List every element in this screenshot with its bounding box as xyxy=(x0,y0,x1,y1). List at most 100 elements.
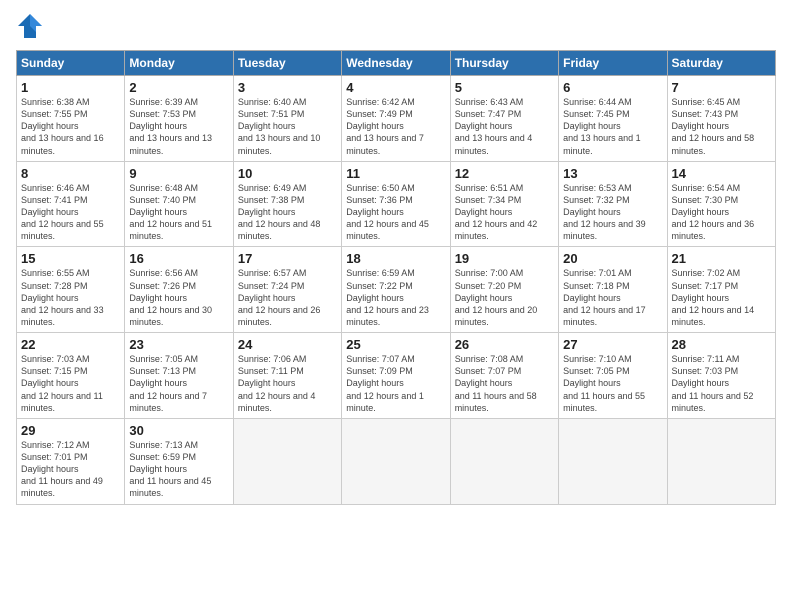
day-info: Sunrise: 6:39 AMSunset: 7:53 PMDaylight … xyxy=(129,96,228,157)
day-number: 15 xyxy=(21,251,120,266)
day-info: Sunrise: 7:11 AMSunset: 7:03 PMDaylight … xyxy=(672,353,771,414)
table-row: 20Sunrise: 7:01 AMSunset: 7:18 PMDayligh… xyxy=(559,247,667,333)
day-info: Sunrise: 7:12 AMSunset: 7:01 PMDaylight … xyxy=(21,439,120,500)
table-row: 22Sunrise: 7:03 AMSunset: 7:15 PMDayligh… xyxy=(17,333,125,419)
day-number: 5 xyxy=(455,80,554,95)
day-number: 24 xyxy=(238,337,337,352)
table-row: 9Sunrise: 6:48 AMSunset: 7:40 PMDaylight… xyxy=(125,161,233,247)
day-number: 9 xyxy=(129,166,228,181)
table-row: 18Sunrise: 6:59 AMSunset: 7:22 PMDayligh… xyxy=(342,247,450,333)
table-row xyxy=(233,418,341,504)
day-number: 21 xyxy=(672,251,771,266)
day-number: 6 xyxy=(563,80,662,95)
day-info: Sunrise: 6:55 AMSunset: 7:28 PMDaylight … xyxy=(21,267,120,328)
day-number: 17 xyxy=(238,251,337,266)
table-row: 26Sunrise: 7:08 AMSunset: 7:07 PMDayligh… xyxy=(450,333,558,419)
day-number: 23 xyxy=(129,337,228,352)
day-info: Sunrise: 6:43 AMSunset: 7:47 PMDaylight … xyxy=(455,96,554,157)
day-info: Sunrise: 7:05 AMSunset: 7:13 PMDaylight … xyxy=(129,353,228,414)
table-row: 15Sunrise: 6:55 AMSunset: 7:28 PMDayligh… xyxy=(17,247,125,333)
day-info: Sunrise: 7:02 AMSunset: 7:17 PMDaylight … xyxy=(672,267,771,328)
table-row: 30Sunrise: 7:13 AMSunset: 6:59 PMDayligh… xyxy=(125,418,233,504)
day-number: 26 xyxy=(455,337,554,352)
day-info: Sunrise: 6:45 AMSunset: 7:43 PMDaylight … xyxy=(672,96,771,157)
calendar-week-row: 15Sunrise: 6:55 AMSunset: 7:28 PMDayligh… xyxy=(17,247,776,333)
table-row: 5Sunrise: 6:43 AMSunset: 7:47 PMDaylight… xyxy=(450,76,558,162)
table-row: 10Sunrise: 6:49 AMSunset: 7:38 PMDayligh… xyxy=(233,161,341,247)
day-number: 27 xyxy=(563,337,662,352)
day-number: 29 xyxy=(21,423,120,438)
logo-area xyxy=(16,16,46,40)
table-row: 16Sunrise: 6:56 AMSunset: 7:26 PMDayligh… xyxy=(125,247,233,333)
day-info: Sunrise: 7:10 AMSunset: 7:05 PMDaylight … xyxy=(563,353,662,414)
day-info: Sunrise: 7:03 AMSunset: 7:15 PMDaylight … xyxy=(21,353,120,414)
day-info: Sunrise: 6:44 AMSunset: 7:45 PMDaylight … xyxy=(563,96,662,157)
day-info: Sunrise: 7:00 AMSunset: 7:20 PMDaylight … xyxy=(455,267,554,328)
day-number: 8 xyxy=(21,166,120,181)
day-number: 11 xyxy=(346,166,445,181)
header xyxy=(16,16,776,40)
table-row: 29Sunrise: 7:12 AMSunset: 7:01 PMDayligh… xyxy=(17,418,125,504)
calendar-week-row: 29Sunrise: 7:12 AMSunset: 7:01 PMDayligh… xyxy=(17,418,776,504)
day-info: Sunrise: 7:13 AMSunset: 6:59 PMDaylight … xyxy=(129,439,228,500)
day-number: 14 xyxy=(672,166,771,181)
day-number: 3 xyxy=(238,80,337,95)
header-row: SundayMondayTuesdayWednesdayThursdayFrid… xyxy=(17,51,776,76)
table-row: 19Sunrise: 7:00 AMSunset: 7:20 PMDayligh… xyxy=(450,247,558,333)
table-row xyxy=(559,418,667,504)
calendar-week-row: 1Sunrise: 6:38 AMSunset: 7:55 PMDaylight… xyxy=(17,76,776,162)
table-row: 24Sunrise: 7:06 AMSunset: 7:11 PMDayligh… xyxy=(233,333,341,419)
day-info: Sunrise: 6:57 AMSunset: 7:24 PMDaylight … xyxy=(238,267,337,328)
day-info: Sunrise: 6:46 AMSunset: 7:41 PMDaylight … xyxy=(21,182,120,243)
day-number: 30 xyxy=(129,423,228,438)
table-row: 6Sunrise: 6:44 AMSunset: 7:45 PMDaylight… xyxy=(559,76,667,162)
day-info: Sunrise: 6:51 AMSunset: 7:34 PMDaylight … xyxy=(455,182,554,243)
table-row: 8Sunrise: 6:46 AMSunset: 7:41 PMDaylight… xyxy=(17,161,125,247)
day-info: Sunrise: 7:07 AMSunset: 7:09 PMDaylight … xyxy=(346,353,445,414)
table-row: 11Sunrise: 6:50 AMSunset: 7:36 PMDayligh… xyxy=(342,161,450,247)
logo-icon xyxy=(16,12,44,40)
table-row: 25Sunrise: 7:07 AMSunset: 7:09 PMDayligh… xyxy=(342,333,450,419)
table-row xyxy=(450,418,558,504)
day-info: Sunrise: 6:53 AMSunset: 7:32 PMDaylight … xyxy=(563,182,662,243)
day-header-sunday: Sunday xyxy=(17,51,125,76)
day-number: 25 xyxy=(346,337,445,352)
table-row: 28Sunrise: 7:11 AMSunset: 7:03 PMDayligh… xyxy=(667,333,775,419)
day-header-friday: Friday xyxy=(559,51,667,76)
day-header-wednesday: Wednesday xyxy=(342,51,450,76)
table-row xyxy=(667,418,775,504)
calendar-week-row: 8Sunrise: 6:46 AMSunset: 7:41 PMDaylight… xyxy=(17,161,776,247)
table-row: 7Sunrise: 6:45 AMSunset: 7:43 PMDaylight… xyxy=(667,76,775,162)
day-number: 4 xyxy=(346,80,445,95)
table-row: 14Sunrise: 6:54 AMSunset: 7:30 PMDayligh… xyxy=(667,161,775,247)
day-number: 2 xyxy=(129,80,228,95)
table-row: 27Sunrise: 7:10 AMSunset: 7:05 PMDayligh… xyxy=(559,333,667,419)
day-header-thursday: Thursday xyxy=(450,51,558,76)
table-row xyxy=(342,418,450,504)
table-row: 21Sunrise: 7:02 AMSunset: 7:17 PMDayligh… xyxy=(667,247,775,333)
table-row: 2Sunrise: 6:39 AMSunset: 7:53 PMDaylight… xyxy=(125,76,233,162)
day-number: 13 xyxy=(563,166,662,181)
day-info: Sunrise: 6:38 AMSunset: 7:55 PMDaylight … xyxy=(21,96,120,157)
calendar-table: SundayMondayTuesdayWednesdayThursdayFrid… xyxy=(16,50,776,505)
day-info: Sunrise: 7:01 AMSunset: 7:18 PMDaylight … xyxy=(563,267,662,328)
table-row: 4Sunrise: 6:42 AMSunset: 7:49 PMDaylight… xyxy=(342,76,450,162)
day-info: Sunrise: 6:49 AMSunset: 7:38 PMDaylight … xyxy=(238,182,337,243)
table-row: 1Sunrise: 6:38 AMSunset: 7:55 PMDaylight… xyxy=(17,76,125,162)
day-info: Sunrise: 7:06 AMSunset: 7:11 PMDaylight … xyxy=(238,353,337,414)
table-row: 13Sunrise: 6:53 AMSunset: 7:32 PMDayligh… xyxy=(559,161,667,247)
day-number: 10 xyxy=(238,166,337,181)
day-header-tuesday: Tuesday xyxy=(233,51,341,76)
day-info: Sunrise: 6:48 AMSunset: 7:40 PMDaylight … xyxy=(129,182,228,243)
day-number: 18 xyxy=(346,251,445,266)
day-info: Sunrise: 6:50 AMSunset: 7:36 PMDaylight … xyxy=(346,182,445,243)
day-number: 16 xyxy=(129,251,228,266)
day-info: Sunrise: 6:54 AMSunset: 7:30 PMDaylight … xyxy=(672,182,771,243)
table-row: 17Sunrise: 6:57 AMSunset: 7:24 PMDayligh… xyxy=(233,247,341,333)
table-row: 23Sunrise: 7:05 AMSunset: 7:13 PMDayligh… xyxy=(125,333,233,419)
day-number: 19 xyxy=(455,251,554,266)
day-number: 22 xyxy=(21,337,120,352)
day-number: 7 xyxy=(672,80,771,95)
day-info: Sunrise: 6:59 AMSunset: 7:22 PMDaylight … xyxy=(346,267,445,328)
table-row: 3Sunrise: 6:40 AMSunset: 7:51 PMDaylight… xyxy=(233,76,341,162)
